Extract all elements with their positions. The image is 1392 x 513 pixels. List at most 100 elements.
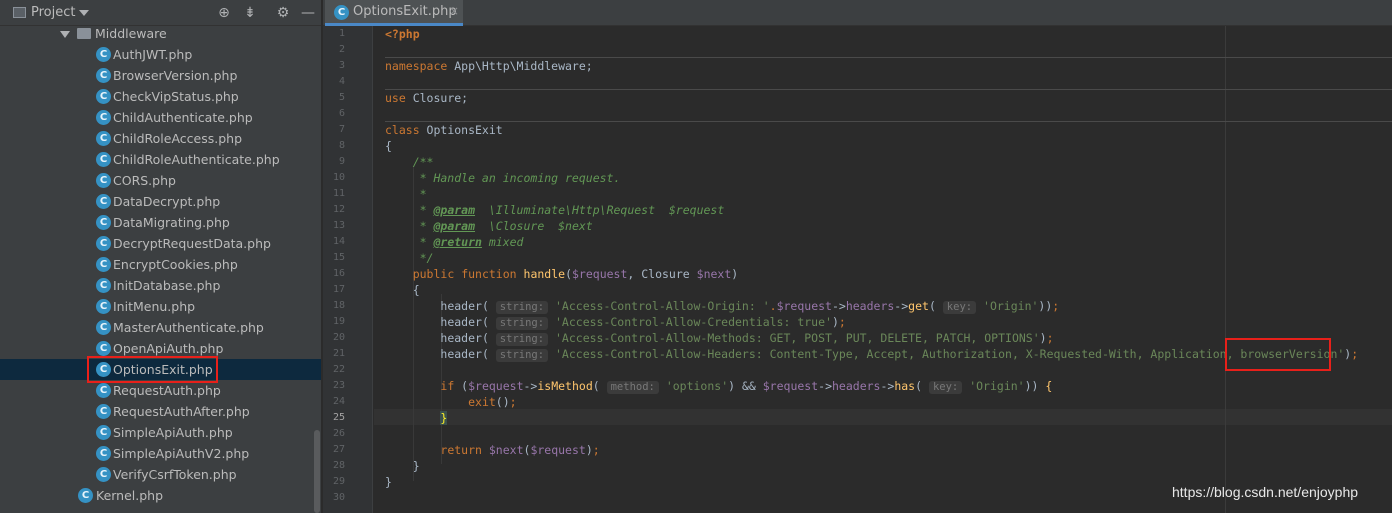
code-text: } <box>385 475 392 489</box>
code-line-15: */ <box>385 250 434 266</box>
php-class-icon: C <box>96 383 111 398</box>
code-line-24: exit(); <box>468 395 517 409</box>
tab-optionsexit[interactable]: C OptionsExit.php × <box>325 0 463 26</box>
line-number: 13 <box>332 220 345 231</box>
method-separator <box>385 121 1392 122</box>
chevron-down-icon[interactable] <box>79 10 89 16</box>
code-editor[interactable]: <?php namespace App\Http\Middleware; use… <box>374 26 1392 513</box>
line-number: 12 <box>332 204 345 215</box>
php-class-icon: C <box>96 89 111 104</box>
tree-file-item[interactable]: C MasterAuthenticate.php <box>0 317 321 338</box>
code-text: , Closure <box>627 267 697 281</box>
parameter-hint: string: <box>495 333 549 346</box>
php-class-icon: C <box>96 257 111 272</box>
tree-label: CheckVipStatus.php <box>113 89 239 104</box>
chevron-down-icon[interactable] <box>60 31 70 38</box>
tree-file-item[interactable]: C CORS.php <box>0 170 321 191</box>
tree-folder-middleware[interactable]: Middleware <box>0 23 321 44</box>
scrollbar[interactable] <box>314 430 320 513</box>
line-number: 11 <box>332 188 345 199</box>
string-literal: 'options' <box>665 379 729 393</box>
method-call: has <box>894 379 916 393</box>
locate-icon[interactable]: ⊕ <box>216 5 232 21</box>
tree-label: MasterAuthenticate.php <box>113 320 264 335</box>
parameter-hint: string: <box>495 317 549 330</box>
line-number: 15 <box>332 252 345 263</box>
tree-file-item[interactable]: C ChildRoleAuthenticate.php <box>0 149 321 170</box>
matched-brace: } <box>440 411 448 425</box>
code-line-21: header( string: 'Access-Control-Allow-He… <box>440 347 1359 362</box>
code-line-9: /** <box>385 154 434 170</box>
line-number: 9 <box>338 156 345 167</box>
right-margin-guide <box>1225 26 1226 513</box>
tree-file-item[interactable]: C ChildRoleAccess.php <box>0 128 321 149</box>
line-number: 28 <box>332 460 345 471</box>
line-number: 27 <box>332 444 345 455</box>
code-line-23: if ($request->isMethod( method: 'options… <box>440 379 1053 394</box>
function-call: header <box>440 347 482 361</box>
php-class-icon: C <box>334 5 349 20</box>
tree-file-item[interactable]: C DecryptRequestData.php <box>0 233 321 254</box>
project-panel: Project ⊕ ⇟ ⚙ — Middleware C AuthJWT.php C… <box>0 0 322 513</box>
code-line-16: public function handle($request, Closure… <box>412 267 739 281</box>
code-line-7: class OptionsExit <box>385 122 503 138</box>
tree-file-item[interactable]: C InitDatabase.php <box>0 275 321 296</box>
line-number: 23 <box>332 380 345 391</box>
tree-file-item[interactable]: C SimpleApiAuthV2.php <box>0 443 321 464</box>
tree-file-item[interactable]: C RequestAuthAfter.php <box>0 401 321 422</box>
parameter-hint: key: <box>942 301 977 314</box>
tree-file-item[interactable]: C VerifyCsrfToken.php <box>0 464 321 485</box>
line-number: 17 <box>332 284 345 295</box>
tree-file-item[interactable]: C DataMigrating.php <box>0 212 321 233</box>
collapse-icon[interactable]: ⇟ <box>242 5 258 21</box>
code-line-20: header( string: 'Access-Control-Allow-Me… <box>440 331 1054 346</box>
variable: $next <box>488 443 524 457</box>
code-text: OptionsExit <box>419 123 503 137</box>
close-icon[interactable]: × <box>449 4 459 18</box>
keyword: public <box>412 267 455 281</box>
tree-file-item[interactable]: C BrowserVersion.php <box>0 65 321 86</box>
tree-file-item[interactable]: C DataDecrypt.php <box>0 191 321 212</box>
tree-file-item[interactable]: C InitMenu.php <box>0 296 321 317</box>
method-separator <box>385 89 1392 90</box>
php-class-icon: C <box>96 131 111 146</box>
doc-comment: * <box>385 203 434 217</box>
line-number: 20 <box>332 332 345 343</box>
line-number: 3 <box>338 60 345 71</box>
doc-comment: \Illuminate\Http\Request $request <box>475 203 725 217</box>
tree-label: InitMenu.php <box>113 299 196 314</box>
tree-file-item[interactable]: C SimpleApiAuth.php <box>0 422 321 443</box>
doc-tag: @param <box>433 203 476 217</box>
tree-file-item[interactable]: C RequestAuth.php <box>0 380 321 401</box>
line-number: 22 <box>332 364 345 375</box>
code-line-27: return $next($request); <box>440 443 600 457</box>
gear-icon[interactable]: ⚙ <box>275 5 291 21</box>
doc-tag: @return <box>433 235 482 249</box>
project-view-selector[interactable]: Project <box>31 5 75 20</box>
tree-label: DataDecrypt.php <box>113 194 221 209</box>
doc-comment: * Handle an incoming request. <box>385 171 621 185</box>
tree-label: ChildRoleAuthenticate.php <box>113 152 280 167</box>
line-number: 2 <box>338 44 345 55</box>
variable: $request <box>530 443 586 457</box>
project-icon <box>13 7 26 18</box>
code-line-28: } <box>385 458 420 474</box>
tree-file-item[interactable]: C EncryptCookies.php <box>0 254 321 275</box>
line-number: 30 <box>332 492 345 503</box>
tree-label: SimpleApiAuth.php <box>113 425 233 440</box>
keyword: function <box>461 267 517 281</box>
php-class-icon: C <box>96 341 111 356</box>
tree-label: RequestAuthAfter.php <box>113 404 250 419</box>
tree-file-item[interactable]: C AuthJWT.php <box>0 44 321 65</box>
tree-file-kernel[interactable]: C Kernel.php <box>0 485 321 506</box>
tree-label: AuthJWT.php <box>113 47 193 62</box>
tree-file-item[interactable]: C CheckVipStatus.php <box>0 86 321 107</box>
line-number: 4 <box>338 76 345 87</box>
keyword: use <box>385 91 406 105</box>
doc-comment: mixed <box>481 235 524 249</box>
variable: $request <box>762 379 819 393</box>
hide-icon[interactable]: — <box>300 5 316 21</box>
line-number-gutter: 1 2 3 4 5 6 7 8 9 10 11 12 13 14 15 16 17 18 19 20 21 22 23 24 2… <box>323 26 384 513</box>
code-line-14: * @return mixed <box>385 234 524 250</box>
tree-file-item[interactable]: C ChildAuthenticate.php <box>0 107 321 128</box>
